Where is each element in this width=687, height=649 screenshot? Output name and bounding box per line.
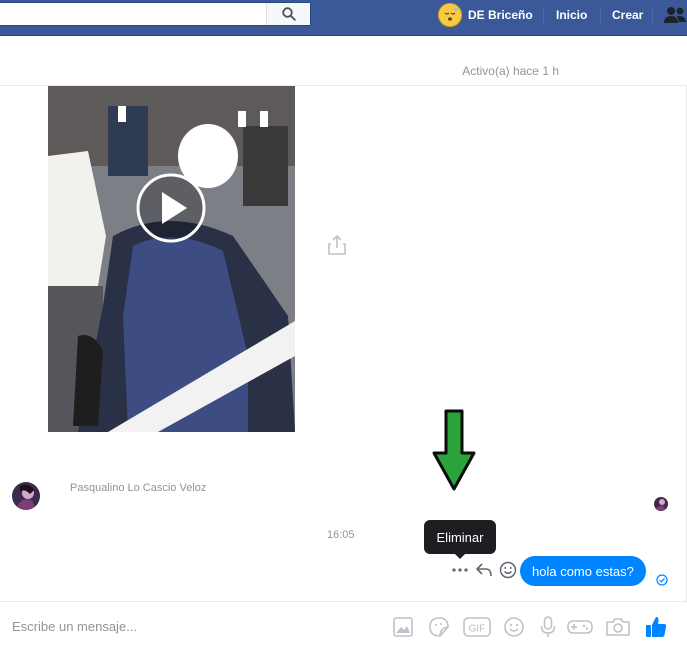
conversation-thread: Pasqualino Lo Cascio Veloz 16:05 Elimina…	[0, 86, 687, 601]
top-navigation-bar: DE Briceño Inicio Crear	[0, 0, 687, 36]
microphone-icon	[540, 616, 556, 637]
profile-link[interactable]: DE Briceño	[438, 0, 533, 30]
nav-home-label: Inicio	[556, 8, 588, 22]
sender-name: Pasqualino Lo Cascio Veloz	[70, 482, 207, 494]
like-button[interactable]	[643, 614, 669, 640]
more-options-button[interactable]	[450, 560, 470, 580]
friend-requests-button[interactable]	[663, 0, 687, 30]
read-receipt-avatar	[654, 497, 668, 511]
gamepad-icon	[567, 620, 593, 634]
message-input[interactable]	[0, 602, 380, 649]
search-box	[0, 2, 311, 26]
active-status: Activo(a) hace 1 h	[462, 64, 559, 78]
message-actions	[450, 560, 518, 580]
video-attachment[interactable]	[48, 86, 295, 432]
message-composer: GIF	[0, 601, 687, 649]
photo-button[interactable]	[390, 614, 416, 640]
nav-create-label: Crear	[612, 8, 644, 22]
play-icon[interactable]	[135, 172, 207, 244]
search-icon	[281, 7, 296, 21]
games-button[interactable]	[567, 614, 593, 640]
tooltip-label: Eliminar	[436, 529, 484, 545]
tooltip-pointer	[454, 553, 466, 559]
nav-home-link[interactable]: Inicio	[556, 0, 587, 30]
user-avatar	[438, 3, 462, 27]
share-icon	[328, 234, 346, 255]
sender-avatar[interactable]	[12, 482, 40, 510]
green-arrow-annotation	[432, 409, 476, 491]
search-input[interactable]	[0, 3, 266, 25]
sticker-icon	[429, 617, 449, 637]
friends-icon	[664, 7, 686, 23]
reply-icon	[476, 563, 492, 577]
user-name: DE Briceño	[468, 8, 533, 22]
camera-button[interactable]	[605, 614, 631, 640]
nav-create-link[interactable]: Crear	[612, 0, 643, 30]
my-message-bubble[interactable]: hola como estas?	[520, 556, 646, 586]
react-button[interactable]	[498, 560, 518, 580]
nav-divider	[600, 7, 601, 25]
emoji-icon	[504, 617, 524, 637]
sender-avatar-image	[12, 482, 40, 510]
smiley-icon	[499, 561, 517, 579]
nav-divider	[652, 7, 653, 25]
delete-tooltip: Eliminar	[424, 520, 496, 554]
sent-check-icon	[656, 574, 668, 586]
message-timestamp: 16:05	[327, 529, 355, 541]
emoji-button[interactable]	[501, 614, 527, 640]
sleepy-face-icon	[444, 7, 458, 21]
gif-button[interactable]: GIF	[462, 614, 492, 640]
camera-icon	[606, 618, 630, 636]
my-message-text: hola como estas?	[532, 563, 634, 579]
share-button[interactable]	[327, 234, 347, 261]
gif-label: GIF	[469, 624, 486, 635]
more-dots-icon	[452, 568, 468, 572]
read-receipt-image	[654, 497, 668, 511]
search-button[interactable]	[266, 3, 310, 25]
reply-button[interactable]	[474, 560, 494, 580]
nav-divider	[543, 7, 544, 25]
thumbs-up-icon	[646, 617, 667, 637]
voice-clip-button[interactable]	[535, 614, 561, 640]
sticker-button[interactable]	[426, 614, 452, 640]
video-thumbnail	[48, 86, 295, 432]
gif-icon: GIF	[463, 617, 491, 637]
conversation-header: Activo(a) hace 1 h	[0, 36, 687, 86]
photo-icon	[393, 617, 413, 637]
